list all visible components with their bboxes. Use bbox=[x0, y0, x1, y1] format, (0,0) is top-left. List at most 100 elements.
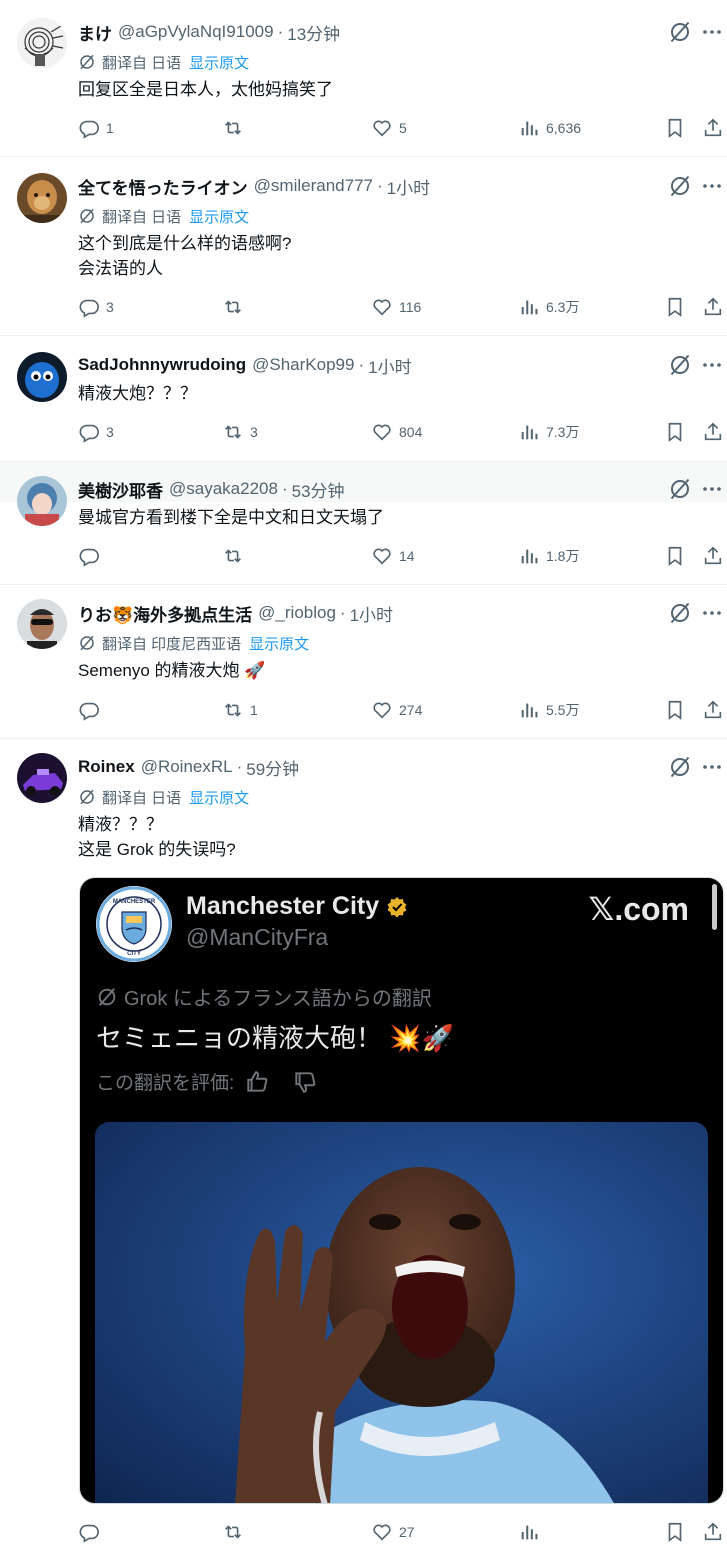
like-icon bbox=[373, 424, 391, 441]
embedded-grok-label: Grok によるフランス語からの翻訳 bbox=[124, 988, 432, 1010]
grok-icon bbox=[80, 54, 94, 70]
like-button[interactable]: 5 bbox=[371, 117, 407, 139]
reply-button[interactable] bbox=[78, 1521, 106, 1543]
bookmark-button[interactable] bbox=[664, 545, 692, 567]
retweet-button[interactable] bbox=[222, 296, 250, 318]
timestamp[interactable]: 1小时 bbox=[368, 353, 411, 378]
grok-translate-button[interactable] bbox=[668, 174, 692, 198]
more-button[interactable] bbox=[700, 20, 724, 44]
tweet-actions: 14 1.8万 bbox=[0, 545, 727, 571]
bookmark-button[interactable] bbox=[664, 296, 692, 318]
bookmark-icon bbox=[668, 422, 682, 442]
share-button[interactable] bbox=[702, 1521, 727, 1543]
more-button[interactable] bbox=[700, 755, 724, 779]
bookmark-button[interactable] bbox=[664, 699, 692, 721]
show-original-link[interactable]: 显示原文 bbox=[249, 633, 309, 654]
share-button[interactable] bbox=[702, 296, 727, 318]
more-button[interactable] bbox=[700, 353, 724, 377]
bookmark-button[interactable] bbox=[664, 1521, 692, 1543]
retweet-icon bbox=[225, 549, 241, 563]
share-button[interactable] bbox=[702, 421, 727, 443]
avatar[interactable] bbox=[17, 18, 67, 68]
more-button[interactable] bbox=[700, 477, 724, 501]
timestamp[interactable]: 53分钟 bbox=[292, 477, 345, 502]
share-icon bbox=[704, 700, 722, 719]
author-handle[interactable]: @sayaka2208 bbox=[169, 479, 278, 499]
tweet-text-line: Semenyo 的精液大炮 🚀 bbox=[78, 661, 266, 680]
author-handle[interactable]: @aGpVylaNqI91009 bbox=[118, 22, 274, 42]
like-count: 116 bbox=[399, 299, 422, 315]
like-button[interactable]: 274 bbox=[371, 699, 422, 721]
separator-dot: · bbox=[339, 603, 346, 622]
timestamp[interactable]: 1小时 bbox=[387, 174, 430, 199]
avatar[interactable] bbox=[17, 599, 67, 649]
retweet-button[interactable]: 3 bbox=[222, 421, 258, 443]
retweet-button[interactable] bbox=[222, 1521, 250, 1543]
embedded-name-text: Manchester City bbox=[186, 892, 380, 920]
reply-button[interactable]: 3 bbox=[78, 296, 114, 318]
views-button[interactable]: 7.3万 bbox=[518, 421, 579, 443]
reply-button[interactable] bbox=[78, 699, 106, 721]
author-name[interactable]: 美樹沙耶香 bbox=[78, 477, 163, 502]
like-button[interactable]: 14 bbox=[371, 545, 415, 567]
bookmark-button[interactable] bbox=[664, 117, 692, 139]
show-original-link[interactable]: 显示原文 bbox=[189, 206, 249, 227]
retweet-button[interactable] bbox=[222, 117, 250, 139]
like-icon bbox=[373, 702, 391, 719]
timestamp[interactable]: 1小时 bbox=[350, 601, 393, 626]
grok-translate-button[interactable] bbox=[668, 20, 692, 44]
avatar[interactable] bbox=[17, 173, 67, 223]
author-handle[interactable]: @smilerand777 bbox=[254, 176, 373, 196]
retweet-icon bbox=[225, 1525, 241, 1539]
reply-icon bbox=[79, 120, 99, 139]
views-count: 6.3万 bbox=[546, 299, 580, 315]
avatar[interactable] bbox=[17, 753, 67, 803]
author-name[interactable]: 全てを悟ったライオン bbox=[78, 174, 248, 199]
author-name[interactable]: Roinex bbox=[78, 757, 135, 777]
retweet-button[interactable]: 1 bbox=[222, 699, 258, 721]
author-name[interactable]: りお🐯海外多拠点生活 bbox=[78, 601, 252, 626]
share-button[interactable] bbox=[702, 117, 727, 139]
more-button[interactable] bbox=[700, 601, 724, 625]
share-button[interactable] bbox=[702, 699, 727, 721]
views-button[interactable]: 1.8万 bbox=[518, 545, 579, 567]
views-button[interactable]: 6.3万 bbox=[518, 296, 579, 318]
views-button[interactable]: 5.5万 bbox=[518, 699, 579, 721]
show-original-link[interactable]: 显示原文 bbox=[189, 787, 249, 808]
author-name[interactable]: SadJohnnywrudoing bbox=[78, 355, 246, 375]
like-button[interactable]: 116 bbox=[371, 296, 421, 318]
share-button[interactable] bbox=[702, 545, 727, 567]
bookmark-button[interactable] bbox=[664, 421, 692, 443]
share-icon bbox=[704, 118, 722, 137]
timestamp[interactable]: 59分钟 bbox=[246, 755, 299, 780]
tweet-text: 曼城官方看到楼下全是中文和日文天塌了 bbox=[78, 505, 384, 530]
avatar[interactable] bbox=[17, 476, 67, 526]
grok-translate-button[interactable] bbox=[668, 353, 692, 377]
like-button[interactable]: 27 bbox=[371, 1521, 415, 1543]
like-button[interactable]: 804 bbox=[371, 421, 422, 443]
grok-translate-button[interactable] bbox=[668, 601, 692, 625]
author-handle[interactable]: @SharKop99 bbox=[252, 355, 354, 375]
author-handle[interactable]: @_rioblog bbox=[258, 603, 336, 623]
views-button[interactable]: 6,636 bbox=[518, 117, 581, 139]
views-button[interactable] bbox=[518, 1521, 546, 1543]
reply-button[interactable]: 1 bbox=[78, 117, 114, 139]
reply-button[interactable] bbox=[78, 545, 106, 567]
more-button[interactable] bbox=[700, 174, 724, 198]
like-count: 27 bbox=[399, 1524, 415, 1540]
grok-translate-button[interactable] bbox=[668, 755, 692, 779]
author-handle[interactable]: @RoinexRL bbox=[141, 757, 233, 777]
separator-dot: · bbox=[358, 355, 365, 374]
retweet-button[interactable] bbox=[222, 545, 250, 567]
embedded-screenshot[interactable]: MANCHESTER CITY Manchester City @ManCity… bbox=[79, 877, 724, 1504]
reply-count: 3 bbox=[106, 299, 114, 315]
author-name[interactable]: まけ bbox=[78, 20, 112, 45]
reply-button[interactable]: 3 bbox=[78, 421, 114, 443]
tweet-text-line: 会法语的人 bbox=[78, 259, 163, 278]
tweet-actions: 3 3 804 7.3万 bbox=[0, 421, 727, 447]
show-original-link[interactable]: 显示原文 bbox=[189, 52, 249, 73]
views-count: 5.5万 bbox=[546, 702, 580, 718]
grok-translate-button[interactable] bbox=[668, 477, 692, 501]
timestamp[interactable]: 13分钟 bbox=[287, 20, 340, 45]
avatar[interactable] bbox=[17, 352, 67, 402]
